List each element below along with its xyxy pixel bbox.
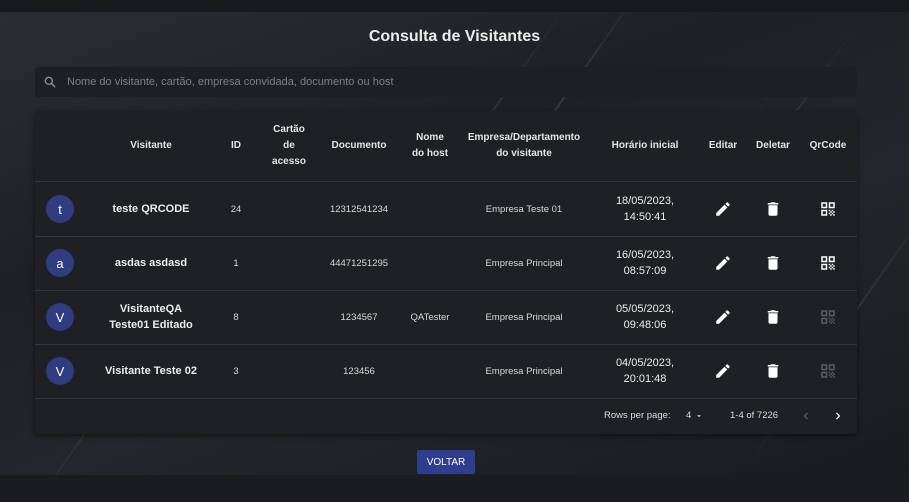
table-pagination: Rows per page: 4 1-4 of 7226 <box>35 400 857 434</box>
visitor-horario: 04/05/2023, 20:01:48 <box>615 357 675 385</box>
visitor-id: 1 <box>233 257 239 269</box>
rows-per-page-select[interactable]: 4 <box>686 410 704 421</box>
visitor-empresa: Empresa Principal <box>485 365 563 377</box>
visitor-host <box>404 236 456 290</box>
qrcode-button <box>816 305 840 329</box>
visitor-empresa: Empresa Teste 01 <box>485 203 563 215</box>
trash-icon <box>767 256 779 270</box>
visitor-name: teste QRCODE <box>112 203 190 215</box>
table-row: a asdas asdasd 1 44471251295 Empresa Princip… <box>35 236 857 291</box>
pencil-icon <box>716 364 730 378</box>
delete-button[interactable] <box>761 305 785 329</box>
visitor-id: 8 <box>233 311 239 323</box>
caret-down-icon <box>697 414 702 417</box>
avatar: V <box>46 357 74 385</box>
pagination-range: 1-4 of 7226 <box>730 410 779 421</box>
pencil-icon <box>716 202 730 216</box>
visitor-cartao <box>265 290 313 344</box>
visitor-documento: 44471251295 <box>329 257 389 269</box>
voltar-button[interactable]: VOLTAR <box>417 450 475 474</box>
search-input[interactable] <box>65 75 857 89</box>
trash-icon <box>767 364 779 378</box>
trash-icon <box>767 310 779 324</box>
visitor-cartao <box>265 344 313 398</box>
visitor-horario: 16/05/2023, 08:57:09 <box>615 249 675 277</box>
qrcode-button[interactable] <box>816 197 840 221</box>
visitor-id: 3 <box>233 365 239 377</box>
visitor-host <box>404 344 456 398</box>
visitor-documento: 1234567 <box>340 311 378 323</box>
qrcode-icon <box>821 364 835 378</box>
edit-button[interactable] <box>711 305 735 329</box>
header-deletar: Deletar <box>756 140 790 151</box>
qrcode-icon <box>821 310 835 324</box>
header-visitante: Visitante <box>130 140 172 151</box>
header-id: ID <box>231 140 241 151</box>
visitor-documento: 12312541234 <box>329 203 389 215</box>
visitor-name: Visitante Teste 02 <box>105 365 197 377</box>
delete-button[interactable] <box>761 359 785 383</box>
header-editar: Editar <box>708 140 738 151</box>
delete-button[interactable] <box>761 197 785 221</box>
edit-button[interactable] <box>711 359 735 383</box>
pencil-icon <box>716 310 730 324</box>
table-row: V VisitanteQA Teste01 Editado 8 1234567 QATes… <box>35 290 857 345</box>
table-header: Visitante ID Cartão de acesso Documento No… <box>35 111 857 182</box>
header-cartao: Cartão de acesso <box>272 124 306 167</box>
chevron-right-icon <box>836 412 841 420</box>
bottom-bar <box>0 475 909 502</box>
header-qrcode: QrCode <box>809 140 847 151</box>
qrcode-icon <box>821 256 835 270</box>
header-empresa: Empresa/Departamento do visitante <box>467 132 581 159</box>
header-horario: Horário inicial <box>611 140 679 151</box>
header-documento: Documento <box>331 140 387 151</box>
visitor-host: QATester <box>410 311 450 323</box>
rows-per-page-label: Rows per page: <box>604 410 671 421</box>
search-icon <box>44 76 56 88</box>
visitor-name: VisitanteQA Teste01 Editado <box>109 303 193 331</box>
visitor-empresa: Empresa Principal <box>485 311 563 323</box>
chevron-left-icon <box>803 412 808 420</box>
visitor-name: asdas asdasd <box>114 257 188 269</box>
avatar: t <box>46 195 74 223</box>
avatar: a <box>46 249 74 277</box>
visitor-horario: 05/05/2023, 09:48:06 <box>615 303 675 331</box>
next-page-button[interactable] <box>831 409 845 426</box>
delete-button[interactable] <box>761 251 785 275</box>
search-bar[interactable] <box>35 67 857 97</box>
visitor-id: 24 <box>230 203 242 215</box>
prev-page-button[interactable] <box>799 409 813 426</box>
edit-button[interactable] <box>711 197 735 221</box>
header-host: Nome do host <box>411 132 449 159</box>
visitor-host <box>404 182 456 236</box>
table-row: t teste QRCODE 24 12312541234 Empresa Teste … <box>35 182 857 237</box>
rows-per-page-value: 4 <box>686 410 692 421</box>
visitor-cartao <box>265 236 313 290</box>
edit-button[interactable] <box>711 251 735 275</box>
table-row: V Visitante Teste 02 3 123456 Empresa Princi… <box>35 344 857 399</box>
qrcode-button <box>816 359 840 383</box>
visitor-horario: 18/05/2023, 14:50:41 <box>615 195 675 223</box>
pencil-icon <box>716 256 730 270</box>
qrcode-button[interactable] <box>816 251 840 275</box>
avatar: V <box>46 303 74 331</box>
visitor-empresa: Empresa Principal <box>485 257 563 269</box>
trash-icon <box>767 202 779 216</box>
visitor-cartao <box>265 182 313 236</box>
page-title: Consulta de Visitantes <box>368 28 541 45</box>
qrcode-icon <box>821 202 835 216</box>
visitor-documento: 123456 <box>343 365 375 377</box>
visitors-table: Visitante ID Cartão de acesso Documento No… <box>35 111 857 434</box>
